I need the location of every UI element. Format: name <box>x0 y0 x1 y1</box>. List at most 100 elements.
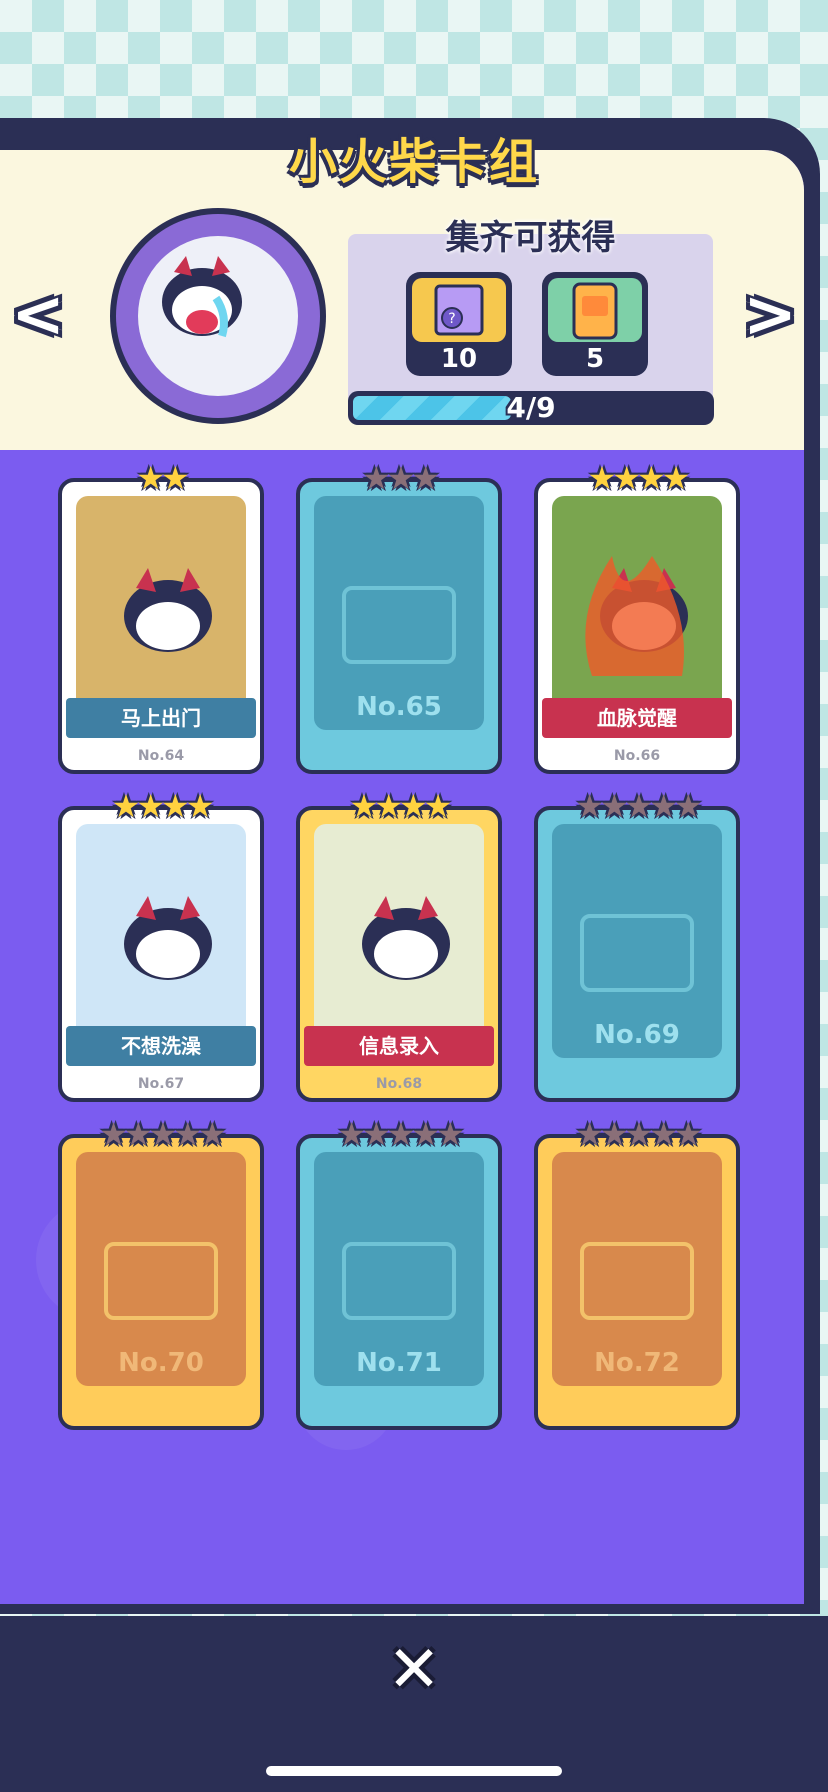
star-rating: ★★★★ <box>62 788 260 824</box>
card-number: No.68 <box>375 1076 423 1092</box>
locked-emblem-icon <box>342 1242 456 1320</box>
star-icon: ★ <box>161 787 190 825</box>
card-pack-icon <box>548 278 642 342</box>
star-icon: ★ <box>386 1115 416 1153</box>
star-icon: ★ <box>661 459 691 497</box>
card-placeholder: No.71 <box>314 1152 484 1386</box>
star-icon: ★ <box>136 459 165 497</box>
star-icon: ★ <box>173 1115 202 1153</box>
deck-avatar <box>110 208 326 424</box>
star-icon: ★ <box>637 459 666 497</box>
star-icon: ★ <box>423 787 453 825</box>
crying-dog-icon <box>162 256 242 338</box>
card-placeholder: No.69 <box>552 824 722 1058</box>
card-number: No.67 <box>137 1076 185 1092</box>
star-rating: ★★ <box>62 460 260 496</box>
star-icon: ★ <box>111 787 141 825</box>
collection-progress: 4/9 <box>348 391 714 425</box>
card-number: No.64 <box>137 748 185 764</box>
star-rating: ★★★★★ <box>300 1116 498 1152</box>
star-rating: ★★★★★ <box>62 1116 260 1152</box>
star-icon: ★ <box>674 1115 703 1153</box>
star-rating: ★★★★ <box>538 460 736 496</box>
card-no72[interactable]: ★★★★★ No.72 <box>534 1116 740 1430</box>
star-icon: ★ <box>123 1115 153 1153</box>
star-icon: ★ <box>674 787 703 825</box>
star-icon: ★ <box>361 1115 391 1153</box>
svg-text:?: ? <box>448 311 455 327</box>
star-icon: ★ <box>161 459 190 497</box>
card-number: No.71 <box>356 1348 442 1378</box>
star-icon: ★ <box>361 459 391 497</box>
star-icon: ★ <box>374 787 403 825</box>
card-placeholder: No.70 <box>76 1152 246 1386</box>
card-no64[interactable]: ★★ 马上出门 No.64 <box>58 460 264 774</box>
card-no68[interactable]: ★★★★ 信息录入 No.68 <box>296 788 502 1102</box>
dog-character-icon <box>362 896 450 980</box>
star-rating: ★★★ <box>300 460 498 496</box>
star-icon: ★ <box>649 1115 678 1153</box>
card-art <box>76 496 246 730</box>
star-rating: ★★★★★ <box>538 788 736 824</box>
prev-deck-button[interactable]: < <box>10 280 66 350</box>
page-title: 小火柴卡组 <box>288 134 539 190</box>
card-art <box>314 824 484 1058</box>
card-title: 马上出门 <box>66 698 256 738</box>
card-number: No.72 <box>594 1348 680 1378</box>
locked-emblem-icon <box>580 1242 694 1320</box>
card-no65[interactable]: ★★★ No.65 <box>296 460 502 774</box>
progress-label: 4/9 <box>506 391 556 424</box>
star-icon: ★ <box>599 1115 629 1153</box>
star-icon: ★ <box>349 787 379 825</box>
star-icon: ★ <box>624 1115 654 1153</box>
star-icon: ★ <box>575 787 604 825</box>
card-placeholder: No.72 <box>552 1152 722 1386</box>
dog-character-icon <box>585 556 688 676</box>
card-art <box>76 824 246 1058</box>
next-deck-button[interactable]: > <box>742 280 798 350</box>
card-art <box>552 496 722 730</box>
card-title: 信息录入 <box>304 1026 494 1066</box>
star-icon: ★ <box>99 1115 128 1153</box>
close-button[interactable]: ✕ <box>380 1636 448 1704</box>
card-no69[interactable]: ★★★★★ No.69 <box>534 788 740 1102</box>
star-icon: ★ <box>148 1115 178 1153</box>
card-number: No.70 <box>118 1348 204 1378</box>
star-icon: ★ <box>136 787 165 825</box>
card-no71[interactable]: ★★★★★ No.71 <box>296 1116 502 1430</box>
locked-emblem-icon <box>342 586 456 664</box>
star-icon: ★ <box>386 459 416 497</box>
star-icon: ★ <box>399 787 428 825</box>
star-icon: ★ <box>185 787 215 825</box>
star-icon: ★ <box>612 459 641 497</box>
home-indicator <box>266 1766 562 1776</box>
card-no66[interactable]: ★★★★ 血脉觉醒 No.66 <box>534 460 740 774</box>
card-placeholder: No.65 <box>314 496 484 730</box>
star-icon: ★ <box>411 459 440 497</box>
card-number: No.66 <box>613 748 661 764</box>
reward-count: 10 <box>440 344 478 374</box>
reward-title: 集齐可获得 <box>445 218 616 258</box>
star-icon: ★ <box>575 1115 604 1153</box>
card-title: 血脉觉醒 <box>542 698 732 738</box>
dog-character-icon <box>124 568 212 652</box>
locked-emblem-icon <box>580 914 694 992</box>
mystery-box-icon: ? <box>412 278 506 342</box>
reward-item-card-pack[interactable]: 5 <box>542 272 648 376</box>
star-icon: ★ <box>337 1115 366 1153</box>
card-title: 不想洗澡 <box>66 1026 256 1066</box>
locked-emblem-icon <box>104 1242 218 1320</box>
star-icon: ★ <box>624 787 654 825</box>
card-no70[interactable]: ★★★★★ No.70 <box>58 1116 264 1430</box>
reward-count: 5 <box>585 344 605 374</box>
card-number: No.69 <box>594 1020 680 1050</box>
star-icon: ★ <box>436 1115 465 1153</box>
star-rating: ★★★★★ <box>538 1116 736 1152</box>
star-rating: ★★★★ <box>300 788 498 824</box>
star-icon: ★ <box>649 787 678 825</box>
card-number: No.65 <box>356 692 442 722</box>
card-no67[interactable]: ★★★★ 不想洗澡 No.67 <box>58 788 264 1102</box>
star-icon: ★ <box>198 1115 227 1153</box>
reward-item-mystery-box[interactable]: ? 10 <box>406 272 512 376</box>
star-icon: ★ <box>599 787 629 825</box>
